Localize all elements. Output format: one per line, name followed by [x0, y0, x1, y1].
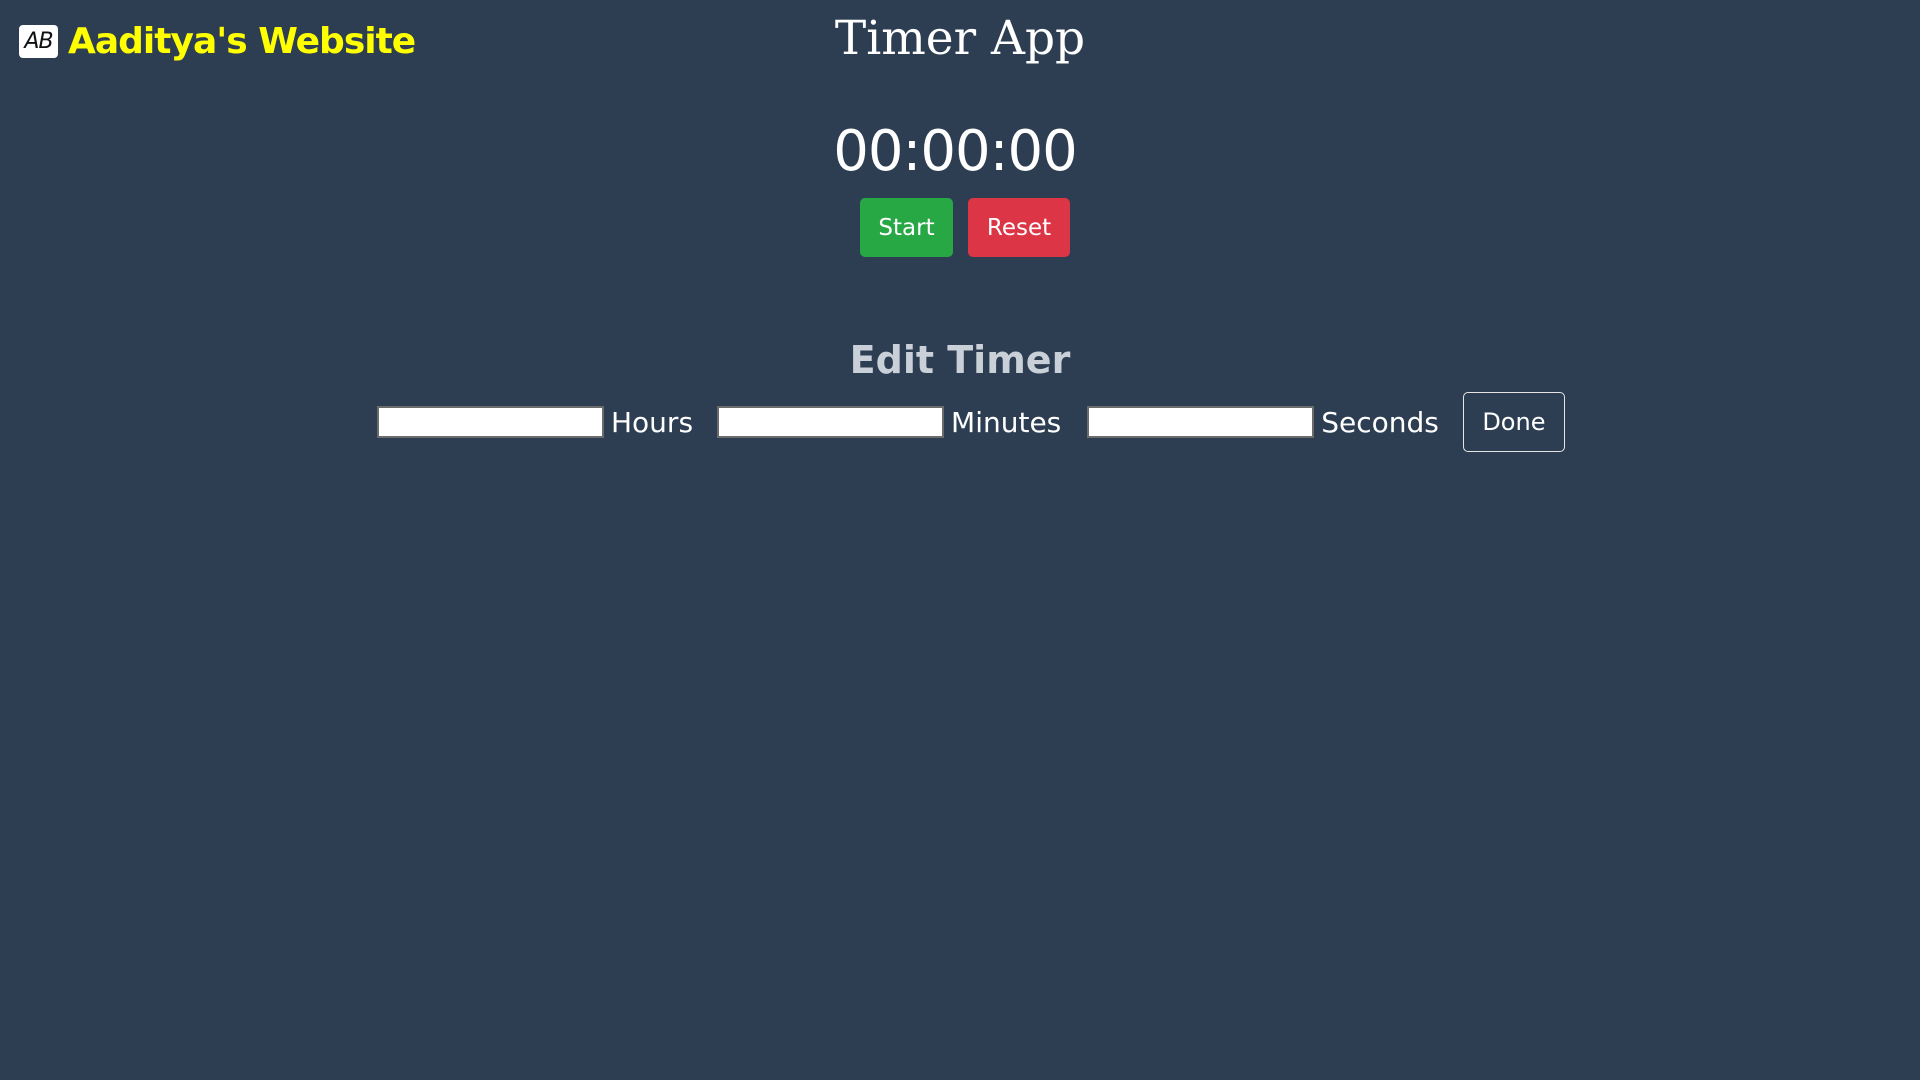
timer-display: 00:00:00 [833, 119, 1078, 184]
reset-button[interactable]: Reset [968, 198, 1070, 257]
done-button[interactable]: Done [1462, 392, 1565, 452]
minutes-input[interactable] [717, 406, 945, 438]
seconds-label: Seconds [1321, 405, 1439, 439]
timer-page: AB Aaditya's Website Timer App 00:00:00 … [0, 0, 1920, 1080]
seconds-input[interactable] [1087, 406, 1315, 438]
page-title: Timer App [834, 11, 1086, 66]
edit-timer-heading: Edit Timer [849, 338, 1071, 382]
minutes-label: Minutes [951, 405, 1062, 439]
edit-timer-form: Hours Minutes Seconds Done [377, 392, 1565, 452]
hours-input[interactable] [377, 406, 604, 438]
timer-controls: Start Reset [860, 198, 1070, 257]
start-button[interactable]: Start [860, 198, 953, 257]
hours-label: Hours [611, 405, 694, 439]
